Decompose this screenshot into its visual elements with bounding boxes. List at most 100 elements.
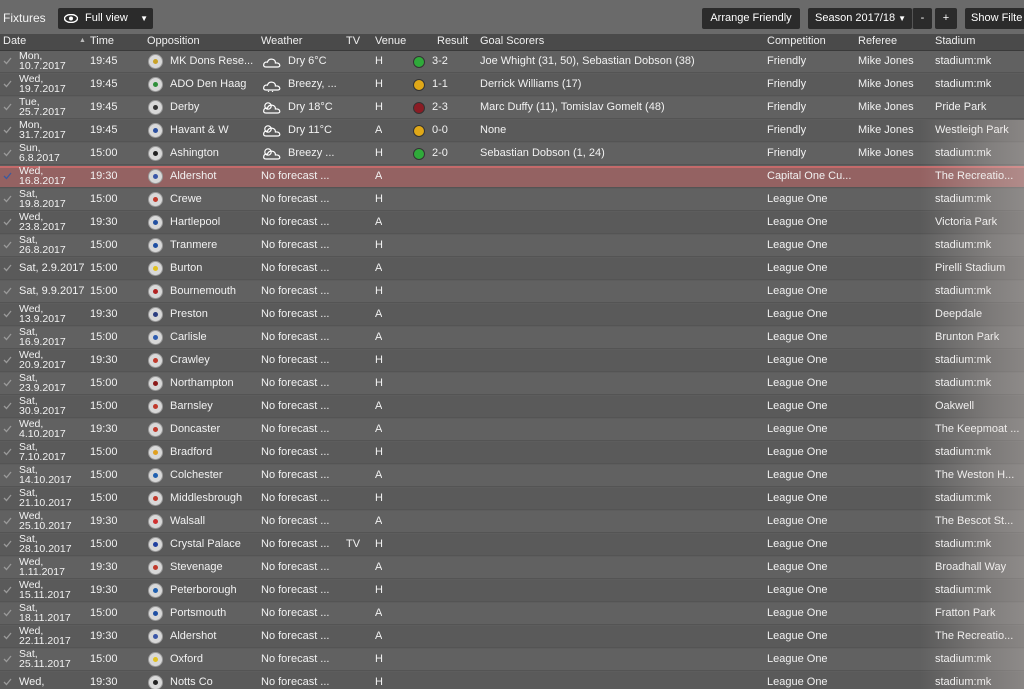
competition[interactable]: Friendly [767, 78, 855, 90]
competition[interactable]: League One [767, 239, 855, 251]
column-header-stadium[interactable]: Stadium [935, 35, 975, 47]
table-row[interactable]: Sat, 21.10.2017 15:00 Middlesbrough No forec… [0, 488, 1024, 510]
column-header-opposition[interactable]: Opposition [147, 35, 200, 47]
opposition-name[interactable]: Barnsley [170, 400, 256, 412]
competition[interactable]: League One [767, 676, 855, 688]
stadium[interactable]: stadium:mk [935, 492, 1023, 504]
competition[interactable]: League One [767, 630, 855, 642]
opposition-name[interactable]: Bournemouth [170, 285, 256, 297]
opposition-name[interactable]: Aldershot [170, 170, 256, 182]
table-row[interactable]: Sat, 25.11.2017 15:00 Oxford No forecast ...… [0, 649, 1024, 671]
match-result[interactable]: 0-0 [432, 124, 448, 136]
table-row[interactable]: Sat, 23.9.2017 15:00 Northampton No forecast… [0, 373, 1024, 395]
opposition-name[interactable]: Middlesbrough [170, 492, 256, 504]
competition[interactable]: League One [767, 515, 855, 527]
referee[interactable]: Mike Jones [858, 147, 914, 159]
competition[interactable]: Friendly [767, 55, 855, 67]
stadium[interactable]: stadium:mk [935, 147, 1023, 159]
column-header-referee[interactable]: Referee [858, 35, 897, 47]
referee[interactable]: Mike Jones [858, 101, 914, 113]
table-row[interactable]: Mon, 10.7.2017 19:45 MK Dons Rese... Dry 6°C… [0, 51, 1024, 73]
table-row[interactable]: Wed, 1.11.2017 19:30 Stevenage No forecast .… [0, 557, 1024, 579]
referee[interactable]: Mike Jones [858, 55, 914, 67]
show-filter-button[interactable]: Show Filte [965, 8, 1024, 29]
competition[interactable]: League One [767, 262, 855, 274]
competition[interactable]: Friendly [767, 101, 855, 113]
match-result[interactable]: 1-1 [432, 78, 448, 90]
competition[interactable]: League One [767, 285, 855, 297]
stadium[interactable]: The Weston H... [935, 469, 1023, 481]
match-result[interactable]: 2-0 [432, 147, 448, 159]
competition[interactable]: Friendly [767, 147, 855, 159]
season-selector[interactable]: Season 2017/18 ▼ [808, 8, 912, 29]
stadium[interactable]: stadium:mk [935, 446, 1023, 458]
stadium[interactable]: stadium:mk [935, 239, 1023, 251]
next-season-button[interactable]: + [935, 8, 957, 29]
opposition-name[interactable]: Bradford [170, 446, 256, 458]
competition[interactable]: League One [767, 561, 855, 573]
table-row[interactable]: Sat, 19.8.2017 15:00 Crewe No forecast ... H L… [0, 189, 1024, 211]
competition[interactable]: League One [767, 584, 855, 596]
stadium[interactable]: stadium:mk [935, 354, 1023, 366]
opposition-name[interactable]: Peterborough [170, 584, 256, 596]
table-row[interactable]: Wed, 22.11.2017 19:30 Aldershot No forecast … [0, 626, 1024, 648]
opposition-name[interactable]: MK Dons Rese... [170, 55, 256, 67]
stadium[interactable]: Fratton Park [935, 607, 1023, 619]
stadium[interactable]: stadium:mk [935, 55, 1023, 67]
match-result[interactable]: 2-3 [432, 101, 448, 113]
column-header-tv[interactable]: TV [346, 35, 360, 47]
opposition-name[interactable]: Oxford [170, 653, 256, 665]
column-header-weather[interactable]: Weather [261, 35, 302, 47]
stadium[interactable]: Brunton Park [935, 331, 1023, 343]
column-header-venue[interactable]: Venue [375, 35, 406, 47]
stadium[interactable]: Victoria Park [935, 216, 1023, 228]
competition[interactable]: League One [767, 469, 855, 481]
competition[interactable]: League One [767, 607, 855, 619]
opposition-name[interactable]: Stevenage [170, 561, 256, 573]
opposition-name[interactable]: Derby [170, 101, 256, 113]
stadium[interactable]: The Bescot St... [935, 515, 1023, 527]
table-row[interactable]: Sat, 30.9.2017 15:00 Barnsley No forecast ..… [0, 396, 1024, 418]
table-row[interactable]: Wed, 13.9.2017 19:30 Preston No forecast ...… [0, 304, 1024, 326]
stadium[interactable]: Deepdale [935, 308, 1023, 320]
opposition-name[interactable]: Colchester [170, 469, 256, 481]
opposition-name[interactable]: Hartlepool [170, 216, 256, 228]
competition[interactable]: League One [767, 446, 855, 458]
competition[interactable]: League One [767, 331, 855, 343]
competition[interactable]: League One [767, 653, 855, 665]
stadium[interactable]: The Keepmoat ... [935, 423, 1023, 435]
opposition-name[interactable]: ADO Den Haag [170, 78, 256, 90]
stadium[interactable]: stadium:mk [935, 653, 1023, 665]
stadium[interactable]: Westleigh Park [935, 124, 1023, 136]
stadium[interactable]: stadium:mk [935, 78, 1023, 90]
opposition-name[interactable]: Northampton [170, 377, 256, 389]
column-header-result[interactable]: Result [437, 35, 468, 47]
opposition-name[interactable]: Notts Co [170, 676, 256, 688]
referee[interactable]: Mike Jones [858, 124, 914, 136]
table-row[interactable]: Tue, 25.7.2017 19:45 Derby Dry 18°C H 2-3 Marc … [0, 97, 1024, 119]
stadium[interactable]: The Recreatio... [935, 170, 1023, 182]
column-header-competition[interactable]: Competition [767, 35, 826, 47]
competition[interactable]: League One [767, 423, 855, 435]
opposition-name[interactable]: Crystal Palace [170, 538, 256, 550]
stadium[interactable]: stadium:mk [935, 676, 1023, 688]
table-row[interactable]: Wed, 15.11.2017 19:30 Peterborough No foreca… [0, 580, 1024, 602]
table-row[interactable]: Sun, 6.8.2017 15:00 Ashington Breezy ... H 2-0… [0, 143, 1024, 165]
opposition-name[interactable]: Crawley [170, 354, 256, 366]
stadium[interactable]: stadium:mk [935, 584, 1023, 596]
opposition-name[interactable]: Aldershot [170, 630, 256, 642]
competition[interactable]: League One [767, 354, 855, 366]
column-header-time[interactable]: Time [90, 35, 114, 47]
opposition-name[interactable]: Crewe [170, 193, 256, 205]
table-row[interactable]: Sat, 14.10.2017 15:00 Colchester No forecast… [0, 465, 1024, 487]
stadium[interactable]: Broadhall Way [935, 561, 1023, 573]
table-row[interactable]: Wed, 4.10.2017 19:30 Doncaster No forecast .… [0, 419, 1024, 441]
opposition-name[interactable]: Preston [170, 308, 256, 320]
stadium[interactable]: stadium:mk [935, 377, 1023, 389]
arrange-friendly-button[interactable]: Arrange Friendly [702, 8, 800, 29]
competition[interactable]: League One [767, 400, 855, 412]
table-row[interactable]: Sat, 16.9.2017 15:00 Carlisle No forecast ..… [0, 327, 1024, 349]
table-row[interactable]: Wed, 23.8.2017 19:30 Hartlepool No forecast … [0, 212, 1024, 234]
table-row[interactable]: Wed, 16.8.2017 19:30 Aldershot No forecast .… [0, 166, 1024, 188]
table-row[interactable]: Sat, 28.10.2017 15:00 Crystal Palace No fore… [0, 534, 1024, 556]
